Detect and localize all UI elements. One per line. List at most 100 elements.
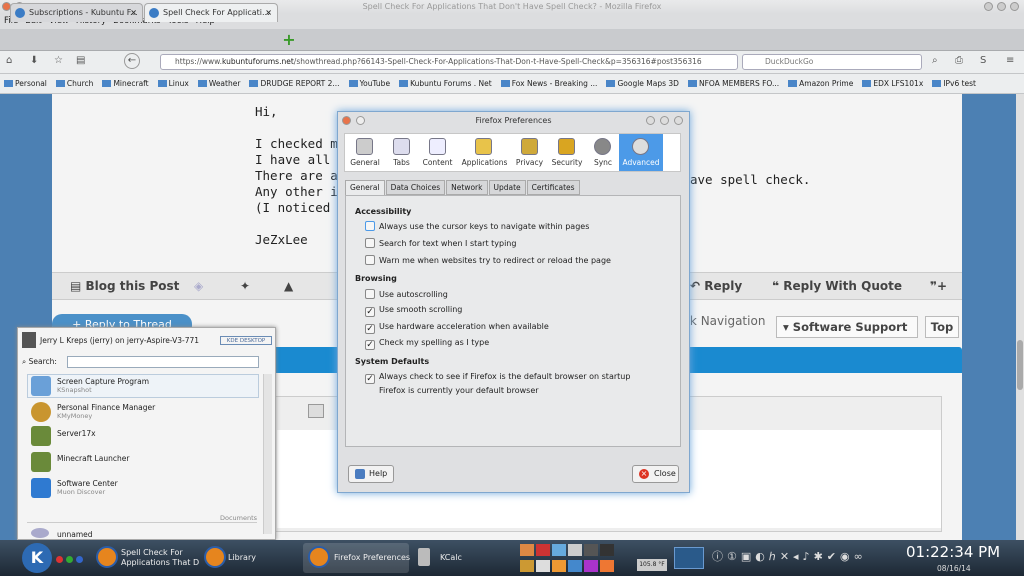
launcher-app-icon[interactable]: [568, 544, 582, 556]
dialog-close-icon[interactable]: [674, 116, 683, 125]
task-library[interactable]: Library: [228, 553, 256, 563]
bookmark-item[interactable]: Amazon Prime: [788, 74, 853, 93]
bookmark-item[interactable]: Linux: [158, 74, 189, 93]
option-autoscrolling[interactable]: Use autoscrolling: [365, 289, 448, 299]
checkbox[interactable]: [365, 255, 375, 265]
subtab-network[interactable]: Network: [446, 180, 488, 195]
tab-spell-check[interactable]: Spell Check For Applicati... ×: [144, 3, 278, 22]
launcher-item-minecraft[interactable]: Minecraft Launcher: [57, 454, 129, 463]
editor-dropdown-icon[interactable]: [308, 404, 324, 418]
url-bar[interactable]: https://www.kubuntuforums.net/showthread…: [160, 54, 738, 70]
bookmark-item[interactable]: YouTube: [349, 74, 391, 93]
back-button[interactable]: ←: [124, 53, 140, 69]
checkbox-checked[interactable]: ✓: [365, 307, 375, 317]
checkbox[interactable]: [365, 221, 375, 231]
launcher-app-icon[interactable]: [520, 544, 534, 556]
bookmark-item[interactable]: IPv6 test: [932, 74, 976, 93]
pane-general[interactable]: General: [345, 134, 385, 171]
launcher-item-screen-capture[interactable]: Screen Capture Program KSnapshot: [57, 377, 149, 394]
bookmark-item[interactable]: NFOA MEMBERS FO...: [688, 74, 779, 93]
bookmark-item[interactable]: EDX LFS101x: [862, 74, 923, 93]
pane-tabs[interactable]: Tabs: [385, 134, 418, 171]
bookmark-item[interactable]: DRUDGE REPORT 2...: [249, 74, 339, 93]
option-smooth-scrolling[interactable]: ✓ Use smooth scrolling: [365, 305, 462, 317]
bookmark-star-icon[interactable]: ☆: [54, 55, 63, 66]
bookmark-item[interactable]: Church: [56, 74, 94, 93]
activity-dot-icon[interactable]: [66, 556, 73, 563]
new-tab-icon[interactable]: +: [282, 32, 296, 48]
subtab-general[interactable]: General: [345, 180, 385, 195]
launcher-doc-unnamed[interactable]: unnamed: [57, 530, 93, 539]
tag-icon[interactable]: ◈: [194, 279, 203, 293]
search-input[interactable]: DuckDuckGo: [742, 54, 922, 70]
warning-icon[interactable]: ▲: [284, 279, 293, 293]
checkbox[interactable]: [365, 289, 375, 299]
launcher-search-input[interactable]: [67, 356, 259, 368]
reply-with-quote-button[interactable]: ❝ Reply With Quote: [772, 279, 902, 293]
pane-applications[interactable]: Applications: [457, 134, 512, 171]
scrollbar-thumb[interactable]: [1017, 340, 1023, 390]
print-icon[interactable]: ⎙: [955, 55, 963, 66]
option-search-typing[interactable]: Search for text when I start typing: [365, 238, 516, 248]
system-tray-icons[interactable]: ⓘ①▣◐ℎ✕◂♪✱✔◉∞: [712, 551, 867, 562]
checkbox[interactable]: [365, 238, 375, 248]
launcher-app-icon[interactable]: [584, 560, 598, 572]
sync-icon[interactable]: S: [980, 55, 986, 66]
dialog-menu-button[interactable]: [646, 116, 655, 125]
launcher-app-icon[interactable]: [520, 560, 534, 572]
subtab-certificates[interactable]: Certificates: [526, 180, 580, 195]
top-button[interactable]: Top: [925, 316, 959, 338]
launcher-item-server17x[interactable]: Server17x: [57, 429, 96, 438]
kde-menu-icon[interactable]: K: [22, 543, 52, 573]
checkbox-checked[interactable]: ✓: [365, 324, 375, 334]
close-window-button[interactable]: [1010, 2, 1019, 11]
launcher-item-finance[interactable]: Personal Finance Manager KMyMoney: [57, 403, 155, 420]
option-default-browser-check[interactable]: ✓ Always check to see if Firefox is the d…: [365, 372, 630, 384]
subtab-update[interactable]: Update: [488, 180, 526, 195]
bookmark-item[interactable]: Minecraft: [102, 74, 148, 93]
activity-dot-icon[interactable]: [56, 556, 63, 563]
page-scrollbar[interactable]: [1016, 94, 1024, 540]
pane-advanced[interactable]: Advanced: [619, 134, 663, 171]
clock-time[interactable]: 01:22:34 PM: [906, 543, 1000, 561]
bookmark-item[interactable]: Kubuntu Forums . Net: [399, 74, 492, 93]
launcher-app-icon[interactable]: [568, 560, 582, 572]
bookmark-item[interactable]: Weather: [198, 74, 241, 93]
launcher-app-icon[interactable]: [600, 560, 614, 572]
home-icon[interactable]: ⌂: [6, 55, 12, 66]
tab-subscriptions[interactable]: Subscriptions - Kubuntu F... ×: [10, 3, 143, 22]
minimize-button[interactable]: [984, 2, 993, 11]
bookmark-item[interactable]: Google Maps 3D: [606, 74, 679, 93]
thanks-icon[interactable]: ✦: [240, 279, 250, 293]
close-tab-icon[interactable]: ×: [130, 4, 137, 21]
launcher-scrollbar[interactable]: [263, 374, 272, 534]
forum-select[interactable]: ▾ Software Support: [776, 316, 918, 338]
checkbox-checked[interactable]: ✓: [365, 340, 375, 350]
option-cursor-keys[interactable]: Always use the cursor keys to navigate w…: [365, 221, 589, 231]
help-button[interactable]: Help: [348, 465, 394, 483]
dialog-maximize-button[interactable]: [660, 116, 669, 125]
bookmark-item[interactable]: Fox News - Breaking ...: [501, 74, 598, 93]
task-kcalc[interactable]: KCalc: [440, 553, 462, 563]
option-hardware-acceleration[interactable]: ✓ Use hardware acceleration when availabl…: [365, 322, 549, 334]
option-warn-redirect[interactable]: Warn me when websites try to redirect or…: [365, 255, 611, 265]
close-button[interactable]: × Close: [632, 465, 679, 483]
close-tab-icon[interactable]: ×: [265, 4, 272, 21]
blog-post-button[interactable]: ▤ Blog this Post: [70, 279, 179, 293]
reply-button[interactable]: ↶ Reply: [690, 279, 742, 293]
download-icon[interactable]: ⬇: [30, 55, 38, 66]
activity-dot-icon[interactable]: [76, 556, 83, 563]
launcher-app-icon[interactable]: [536, 560, 550, 572]
multiquote-icon[interactable]: ❞+: [930, 279, 947, 293]
dialog-pin-icon[interactable]: [356, 116, 365, 125]
bookmark-item[interactable]: Personal: [4, 74, 47, 93]
launcher-app-icon[interactable]: [536, 544, 550, 556]
launcher-app-icon[interactable]: [552, 560, 566, 572]
pane-content[interactable]: Content: [418, 134, 457, 171]
launcher-app-icon[interactable]: [584, 544, 598, 556]
launcher-app-icon[interactable]: [552, 544, 566, 556]
pane-sync[interactable]: Sync: [587, 134, 619, 171]
pane-privacy[interactable]: Privacy: [512, 134, 547, 171]
pane-security[interactable]: Security: [547, 134, 587, 171]
reading-list-icon[interactable]: ▤: [76, 55, 85, 66]
